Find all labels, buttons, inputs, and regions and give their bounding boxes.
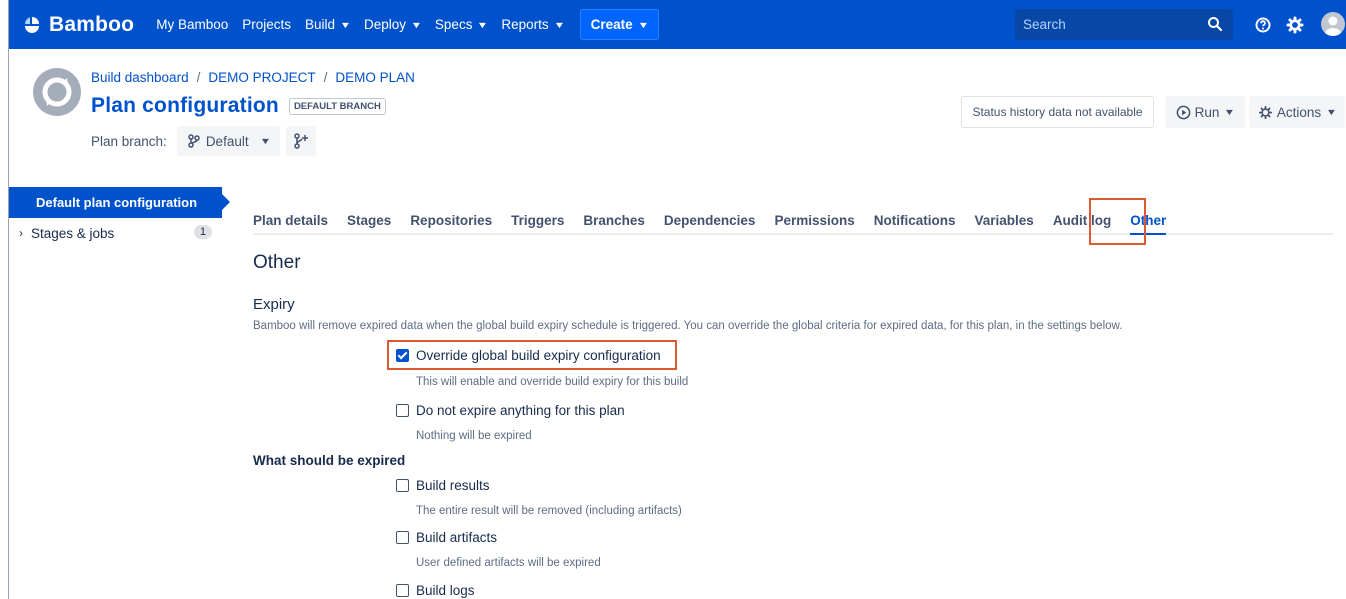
create-button-label: Create [590,17,633,32]
sidebar-item-label: Stages & jobs [31,225,115,241]
build-logs-label[interactable]: Build logs [416,583,475,598]
tab-permissions[interactable]: Permissions [774,205,854,233]
user-avatar[interactable] [1321,12,1345,36]
plan-branch-select[interactable]: Default ▼ [176,126,280,156]
help-icon[interactable] [1253,15,1273,35]
config-tabs: Plan details Stages Repositories Trigger… [253,205,1333,235]
section-heading-expiry: Expiry [253,296,295,313]
override-expiry-hint: This will enable and override build expi… [416,376,689,388]
default-branch-lozenge: DEFAULT BRANCH [288,97,386,115]
build-artifacts-hint: User defined artifacts will be expired [416,557,601,569]
build-artifacts-option[interactable]: Build artifacts [396,530,497,545]
create-button[interactable]: Create ▼ [579,9,659,40]
avatar-icon [1325,16,1341,36]
create-branch-button[interactable] [285,126,316,156]
tab-notifications[interactable]: Notifications [874,205,956,233]
highlight-box-tab [1089,198,1146,245]
logo-text: Bamboo [49,12,135,36]
no-expire-checkbox[interactable] [396,404,409,417]
build-results-option[interactable]: Build results [396,478,490,493]
breadcrumb-project[interactable]: DEMO PROJECT [208,70,315,85]
nav-specs[interactable]: Specs ▼ [434,17,489,32]
top-nav: Bamboo My Bamboo Projects Build ▼ Deploy ▼… [9,0,1346,49]
run-button[interactable]: Run ▼ [1165,96,1245,128]
chevron-down-icon: ▼ [637,19,649,30]
stages-count-badge: 1 [193,225,212,239]
search-placeholder: Search [1023,17,1066,32]
nav-specs-label: Specs [434,17,473,32]
chevron-down-icon: ▼ [339,19,352,30]
build-logs-option[interactable]: Build logs [396,583,475,598]
search-input[interactable]: Search [1015,9,1233,40]
no-expire-option[interactable]: Do not expire anything for this plan [396,403,625,418]
branch-add-icon [293,133,308,149]
nav-menu: My Bamboo Projects Build ▼ Deploy ▼ Specs ▼… [156,9,659,40]
branch-icon [188,134,200,148]
nav-reports-label: Reports [501,17,549,32]
nav-build[interactable]: Build ▼ [305,17,352,32]
breadcrumb-separator: / [323,70,328,85]
nav-deploy[interactable]: Deploy ▼ [363,17,423,32]
bamboo-logo-icon [25,16,39,33]
chevron-right-icon[interactable]: › [19,226,23,240]
tab-triggers[interactable]: Triggers [511,205,564,233]
gear-icon[interactable] [1285,15,1305,35]
tab-branches[interactable]: Branches [583,205,645,233]
page-title: Plan configuration [91,94,279,117]
nav-deploy-label: Deploy [363,17,406,32]
tab-stages[interactable]: Stages [347,205,391,233]
nav-my-bamboo[interactable]: My Bamboo [156,17,228,32]
chevron-down-icon: ▼ [553,19,565,30]
section-heading-other: Other [253,252,301,273]
nav-my-bamboo-label: My Bamboo [156,17,229,32]
plan-branch-label: Plan branch: [91,133,167,149]
tab-plan-details[interactable]: Plan details [253,205,328,233]
bamboo-logo[interactable]: Bamboo [21,13,134,37]
search-icon[interactable] [1207,16,1223,32]
build-logs-checkbox[interactable] [396,584,409,597]
build-artifacts-checkbox[interactable] [396,531,409,544]
no-expire-label[interactable]: Do not expire anything for this plan [416,403,625,418]
no-expire-hint: Nothing will be expired [416,430,532,442]
build-results-checkbox[interactable] [396,479,409,492]
chevron-down-icon: ▼ [410,19,423,30]
gear-icon [1258,105,1272,119]
plan-avatar-icon [33,68,81,116]
status-history-text: Status history data not available [972,105,1143,119]
nav-projects-label: Projects [242,17,292,32]
run-button-label: Run [1194,104,1220,120]
sidebar-item-stages-jobs[interactable]: › Stages & jobs 1 [9,218,222,248]
plan-branch-row: Plan branch: Default ▼ [91,126,316,156]
build-results-hint: The entire result will be removed (inclu… [416,505,682,517]
chevron-down-icon: ▼ [259,136,271,146]
tab-dependencies[interactable]: Dependencies [664,205,756,233]
title-row: Plan configuration DEFAULT BRANCH [91,94,386,118]
actions-button[interactable]: Actions ▼ [1249,96,1345,128]
build-results-label[interactable]: Build results [416,478,490,493]
chevron-down-icon: ▼ [477,19,489,30]
status-history-box: Status history data not available [961,96,1154,128]
plan-branch-value: Default [205,133,249,149]
breadcrumb-separator: / [196,70,201,85]
highlight-box-override [387,340,677,370]
chevron-down-icon: ▼ [1224,107,1236,117]
nav-reports[interactable]: Reports ▼ [501,17,565,32]
build-artifacts-label[interactable]: Build artifacts [416,530,497,545]
tab-variables[interactable]: Variables [975,205,1034,233]
breadcrumb-build-dashboard[interactable]: Build dashboard [91,70,189,85]
nav-projects[interactable]: Projects [242,17,291,32]
app-frame: Bamboo My Bamboo Projects Build ▼ Deploy ▼… [8,0,1346,599]
breadcrumb-plan[interactable]: DEMO PLAN [335,70,415,85]
what-should-be-expired-label: What should be expired [253,453,406,468]
chevron-down-icon: ▼ [1325,107,1338,117]
nav-build-label: Build [305,17,336,32]
expiry-description: Bamboo will remove expired data when the… [253,320,1123,332]
tab-repositories[interactable]: Repositories [410,205,492,233]
sidebar: Default plan configuration › Stages & jo… [9,187,230,248]
play-icon [1176,105,1190,119]
actions-button-label: Actions [1276,104,1322,120]
sidebar-item-label: Default plan configuration [36,195,198,210]
sidebar-item-default-plan-configuration[interactable]: Default plan configuration [9,187,230,218]
breadcrumb: Build dashboard / DEMO PROJECT / DEMO PL… [91,70,415,85]
